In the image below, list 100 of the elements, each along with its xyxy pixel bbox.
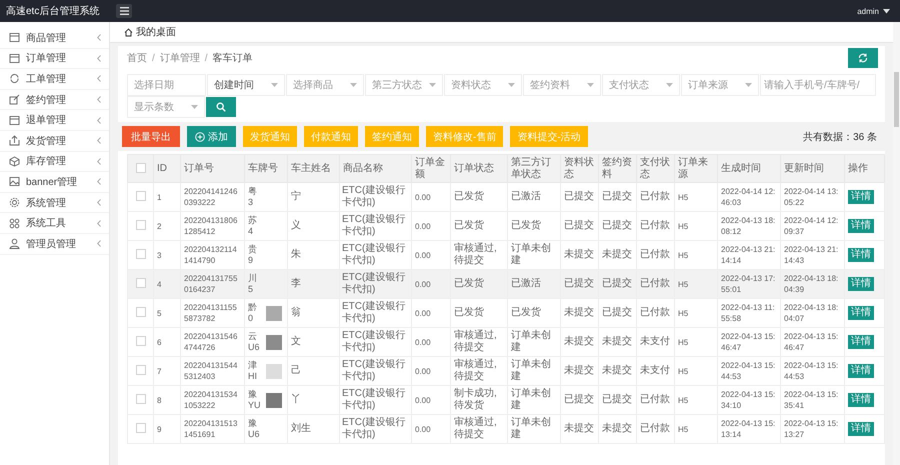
- table-cell: 8: [154, 386, 180, 414]
- column-header: 商品名称: [340, 154, 412, 182]
- select-field[interactable]: 显示条数: [127, 96, 205, 118]
- table-cell: ETC(建设银行卡代扣): [340, 212, 412, 240]
- table-cell: 0.00: [412, 212, 450, 240]
- sidebar-item[interactable]: 库存管理: [0, 152, 109, 172]
- breadcrumb-link[interactable]: 订单管理: [160, 51, 200, 65]
- chevron-icon: [97, 75, 101, 82]
- column-header: 订单号: [180, 154, 244, 182]
- table-cell: 2022041315445312403: [180, 356, 244, 386]
- refresh-button[interactable]: [848, 48, 878, 68]
- table-cell: H5: [674, 386, 718, 414]
- desktop-tab[interactable]: 我的桌面: [110, 25, 176, 39]
- row-checkbox[interactable]: [136, 191, 146, 202]
- table-cell: 未支付: [636, 356, 674, 386]
- table-cell: ETC(建设银行卡代扣): [340, 356, 412, 386]
- table-cell: 义: [288, 212, 340, 240]
- table-cell: 已付款: [636, 212, 674, 240]
- refresh-icon: [9, 73, 20, 84]
- action-button[interactable]: 添加: [187, 126, 236, 147]
- row-checkbox[interactable]: [136, 249, 146, 260]
- table-cell: 李: [288, 270, 340, 298]
- select-field[interactable]: 选择商品: [286, 74, 364, 96]
- table-cell: 已提交: [560, 270, 598, 298]
- table-cell-text: 粤 3: [248, 186, 258, 208]
- scrollbar[interactable]: [893, 22, 900, 465]
- action-button[interactable]: 批量导出: [122, 126, 180, 147]
- table-cell: 0.00: [412, 270, 450, 298]
- select-field[interactable]: 签约资料: [523, 74, 601, 96]
- image-icon: [9, 176, 20, 188]
- row-checkbox[interactable]: [136, 394, 146, 404]
- table-cell-text: 川 5: [248, 273, 258, 295]
- table-cell: 审核通过,待提交: [450, 414, 508, 444]
- select-all-checkbox[interactable]: [136, 162, 146, 173]
- sidebar-item[interactable]: 工单管理: [0, 69, 109, 90]
- detail-button[interactable]: 详情: [848, 219, 874, 233]
- select-field[interactable]: 订单来源: [681, 74, 759, 96]
- chevron-icon: [97, 54, 101, 62]
- plus-circle-icon: [195, 132, 205, 142]
- row-checkbox[interactable]: [136, 278, 146, 288]
- detail-button[interactable]: 详情: [848, 248, 874, 262]
- detail-button[interactable]: 详情: [848, 393, 874, 407]
- table-cell: 0.00: [412, 298, 450, 328]
- table-cell: H5: [674, 328, 718, 356]
- chevron-icon: [97, 199, 101, 206]
- chevron-icon: [97, 116, 101, 124]
- sidebar-item[interactable]: banner管理: [0, 172, 109, 193]
- row-checkbox[interactable]: [136, 220, 146, 230]
- caret-icon: [587, 83, 594, 87]
- breadcrumb-link[interactable]: 客车订单: [212, 51, 253, 65]
- sidebar-item[interactable]: 系统工具: [0, 213, 109, 234]
- app-title: 高速etc后台管理系统: [5, 4, 100, 18]
- detail-button[interactable]: 详情: [848, 190, 874, 204]
- detail-button[interactable]: 详情: [848, 277, 874, 291]
- search-icon: [216, 102, 226, 112]
- cube-icon: [9, 156, 20, 167]
- table-cell: 2022-04-13 18:04:07: [780, 298, 844, 328]
- table-cell: 已提交: [560, 212, 598, 240]
- select-field[interactable]: 第三方状态: [365, 74, 443, 96]
- caret-icon: [508, 83, 515, 87]
- detail-button[interactable]: 详情: [848, 364, 874, 378]
- select-field[interactable]: 创建时间: [207, 74, 285, 96]
- table-cell-text: 贵 9: [248, 244, 258, 266]
- select-field[interactable]: 资料状态: [444, 74, 522, 96]
- table-cell: 刘生: [288, 414, 340, 444]
- menu-button[interactable]: [116, 4, 132, 18]
- table-cell: 已付款: [636, 270, 674, 298]
- sidebar-item[interactable]: 管理员管理: [0, 234, 109, 255]
- sidebar-item[interactable]: 系统管理: [0, 192, 109, 214]
- table-cell: 审核通过,待提交: [450, 356, 508, 386]
- detail-button[interactable]: 详情: [848, 422, 874, 436]
- search-button[interactable]: [206, 97, 236, 117]
- menu-icon: [120, 7, 128, 15]
- table-cell: 9: [154, 414, 180, 444]
- row-checkbox[interactable]: [136, 307, 146, 318]
- sidebar-item[interactable]: 商品管理: [0, 28, 109, 49]
- sidebar-item[interactable]: 退单管理: [0, 110, 109, 131]
- row-checkbox[interactable]: [136, 423, 146, 434]
- input-field[interactable]: 选择日期: [127, 74, 206, 96]
- user-menu[interactable]: admin: [857, 6, 879, 16]
- caret-icon: [883, 8, 890, 14]
- row-checkbox[interactable]: [136, 336, 146, 346]
- select-field[interactable]: 支付状态: [602, 74, 680, 96]
- table-cell: ETC(建设银行卡代扣): [340, 328, 412, 356]
- breadcrumb-link[interactable]: 首页: [127, 51, 147, 65]
- row-checkbox[interactable]: [136, 365, 146, 376]
- table-cell: 豫 YU: [248, 389, 260, 411]
- table-cell: 2022-04-13 18:04:39: [780, 270, 844, 298]
- detail-button[interactable]: 详情: [848, 335, 874, 349]
- table-cell: 未提交: [598, 356, 636, 386]
- table-cell: 已提交: [598, 298, 636, 328]
- sidebar-item[interactable]: 订单管理: [0, 48, 109, 70]
- table-cell: 已激活: [508, 182, 560, 212]
- input-field[interactable]: 请输入手机号/车牌号/: [760, 74, 876, 96]
- table-cell: 2022041315464744726: [180, 328, 244, 356]
- column-header: 签约资料: [598, 154, 636, 182]
- table-cell: 5: [154, 298, 180, 328]
- detail-button[interactable]: 详情: [848, 306, 874, 320]
- sidebar-item[interactable]: 签约管理: [0, 90, 109, 110]
- sidebar-item[interactable]: 发货管理: [0, 130, 109, 152]
